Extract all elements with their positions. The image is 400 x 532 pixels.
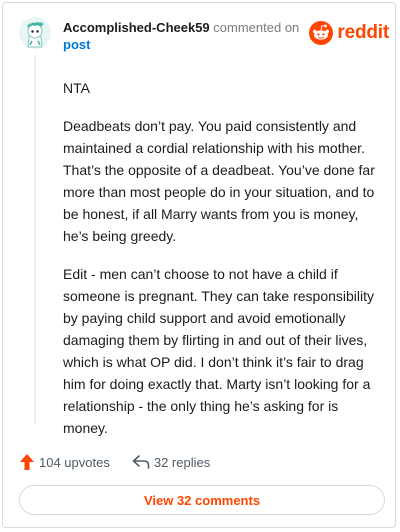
view-comments-button[interactable]: View 32 comments: [19, 485, 385, 515]
upvote-count: 104 upvotes: [39, 454, 110, 470]
user-avatar[interactable]: [19, 17, 51, 49]
post-link[interactable]: post: [63, 36, 299, 53]
reply-arrow-icon: [132, 455, 150, 469]
upvote-button[interactable]: 104 upvotes: [19, 453, 110, 471]
comment-meta: Accomplished-Cheek59 commented on post: [63, 19, 299, 53]
replies-button[interactable]: 32 replies: [132, 454, 210, 470]
comment-actions: 104 upvotes 32 replies: [19, 451, 210, 473]
username-link[interactable]: Accomplished-Cheek59: [63, 20, 210, 35]
thread-line: [34, 55, 36, 425]
comment-paragraph: Edit - men can’t choose to not have a ch…: [63, 266, 375, 436]
reddit-alien-icon: [309, 21, 334, 45]
reddit-logo[interactable]: reddit: [309, 21, 389, 45]
reddit-wordmark: reddit: [337, 22, 389, 43]
comment-paragraph: NTA: [63, 80, 90, 96]
reply-count: 32 replies: [153, 454, 211, 470]
comment-body: NTA Deadbeats don’t pay. You paid consis…: [63, 77, 383, 455]
snoo-avatar-icon: [19, 17, 51, 49]
comment-paragraph: Deadbeats don’t pay. You paid consistent…: [63, 118, 375, 244]
comment-header: Accomplished-Cheek59 commented on post r…: [19, 17, 389, 57]
upvote-arrow-icon: [20, 454, 34, 470]
comment-card: Accomplished-Cheek59 commented on post r…: [2, 2, 396, 528]
commented-on-text: commented on: [213, 20, 300, 35]
